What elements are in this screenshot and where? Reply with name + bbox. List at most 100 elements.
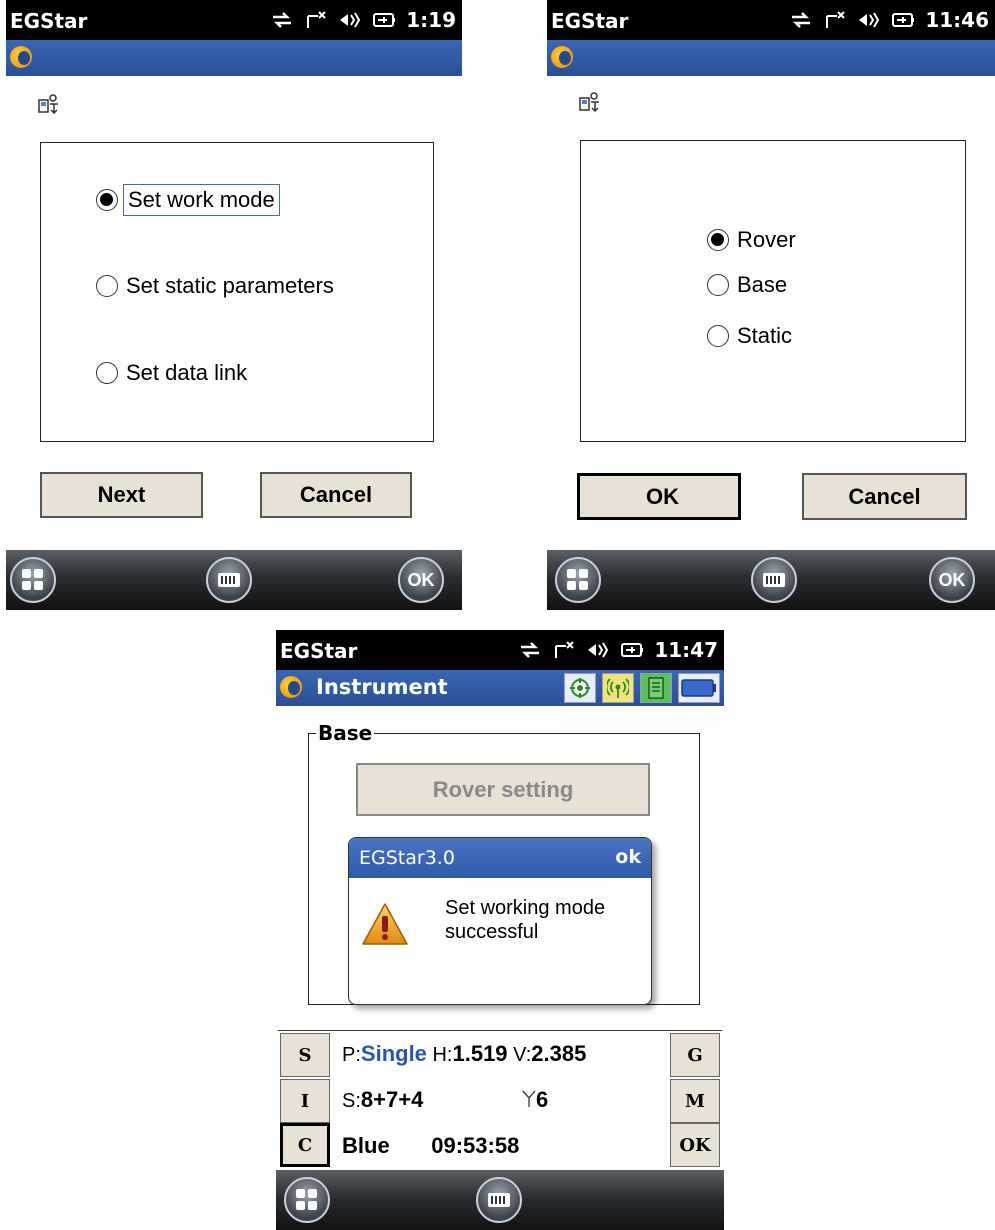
signal-off-icon[interactable] xyxy=(552,638,576,662)
satellite-antenna-icon xyxy=(522,1090,536,1107)
side-button-ok[interactable]: OK xyxy=(670,1123,720,1167)
radio-button[interactable] xyxy=(707,325,729,347)
status-info-panel: S I C G M OK P:Single H:1.519 V:2.385 S:… xyxy=(278,1030,722,1171)
option-label: Set work mode xyxy=(123,184,280,216)
radio-antenna-icon[interactable] xyxy=(602,673,634,703)
signal-off-icon[interactable] xyxy=(823,8,847,32)
keyboard-icon[interactable] xyxy=(751,557,797,603)
app-logo-icon[interactable] xyxy=(280,676,302,698)
side-button-s[interactable]: S xyxy=(280,1033,330,1077)
title-bar xyxy=(547,40,995,76)
radio-set-static-parameters[interactable]: Set static parameters xyxy=(96,273,334,299)
dialog-message-line2: successful xyxy=(445,921,539,943)
radio-button-selected[interactable] xyxy=(707,229,729,251)
page-title: Instrument xyxy=(316,675,448,699)
dialog-message: Set working mode successful xyxy=(445,896,605,944)
side-button-g[interactable]: G xyxy=(670,1033,720,1077)
radio-button[interactable] xyxy=(96,362,118,384)
s-prefix: S: xyxy=(342,1090,361,1112)
app-logo-icon[interactable] xyxy=(10,46,32,68)
status-bar: EGStar 11:47 xyxy=(276,630,724,670)
gps-target-icon[interactable] xyxy=(564,673,596,703)
volume-icon[interactable] xyxy=(857,8,881,32)
v-prefix: V: xyxy=(513,1044,532,1066)
windows-start-icon[interactable] xyxy=(284,1177,330,1223)
sim-card-icon[interactable] xyxy=(640,673,672,703)
status-bar: EGStar 11:46 xyxy=(547,0,995,40)
windows-start-icon[interactable] xyxy=(555,557,601,603)
option-label: Set data link xyxy=(126,360,248,385)
info-row-position: P:Single H:1.519 V:2.385 xyxy=(342,1041,586,1067)
radio-static[interactable]: Static xyxy=(707,323,792,349)
app-name: EGStar xyxy=(280,639,358,663)
wizard-icon xyxy=(38,94,58,115)
signal-off-icon[interactable] xyxy=(304,8,328,32)
taskbar xyxy=(276,1170,724,1230)
taskbar-ok-button[interactable]: OK xyxy=(929,557,975,603)
battery-level-icon[interactable] xyxy=(678,673,720,703)
group-label: Base xyxy=(316,721,375,745)
dialog-title: EGStar3.0 xyxy=(359,847,455,869)
clock[interactable]: 1:19 xyxy=(406,8,456,32)
cancel-button[interactable]: Cancel xyxy=(802,473,967,520)
radio-button[interactable] xyxy=(96,275,118,297)
taskbar: OK xyxy=(547,550,995,610)
clock[interactable]: 11:47 xyxy=(654,638,718,662)
device-name: Blue xyxy=(342,1133,390,1158)
screen-instrument: EGStar 11:47 Instrument Base Rover setti… xyxy=(276,630,724,1230)
volume-icon[interactable] xyxy=(586,638,610,662)
option-label: Base xyxy=(737,272,788,297)
p-prefix: P: xyxy=(342,1044,361,1066)
v-value: 2.385 xyxy=(531,1041,587,1066)
info-row-satellites: S:8+7+4 xyxy=(342,1087,423,1113)
dialog-ok-button[interactable]: ok xyxy=(615,846,641,868)
radio-button-selected[interactable] xyxy=(96,189,118,211)
app-logo-icon[interactable] xyxy=(551,46,573,68)
sync-icon[interactable] xyxy=(789,8,813,32)
wizard-icon xyxy=(579,92,599,113)
warning-icon xyxy=(362,903,408,945)
option-label: Rover xyxy=(737,227,796,252)
radio-set-work-mode[interactable]: Set work mode xyxy=(96,184,280,216)
solution-status: Single xyxy=(360,1041,427,1066)
sync-icon[interactable] xyxy=(270,8,294,32)
keyboard-icon[interactable] xyxy=(206,557,252,603)
option-label: Static xyxy=(737,323,793,348)
next-button[interactable]: Next xyxy=(40,472,203,518)
side-button-c[interactable]: C xyxy=(280,1123,330,1167)
info-sat-count: 6 xyxy=(522,1087,548,1113)
battery-icon[interactable] xyxy=(372,8,396,32)
radio-rover[interactable]: Rover xyxy=(707,227,796,253)
volume-icon[interactable] xyxy=(338,8,362,32)
clock[interactable]: 11:46 xyxy=(925,8,989,32)
side-button-i[interactable]: I xyxy=(280,1079,330,1123)
screen-work-mode-menu: EGStar 1:19 Set work mode Set static par… xyxy=(6,0,462,610)
satellite-count: 6 xyxy=(536,1087,549,1112)
ok-button[interactable]: OK xyxy=(577,473,741,520)
battery-icon[interactable] xyxy=(620,638,644,662)
dialog-message-line1: Set working mode xyxy=(445,897,606,919)
h-value: 1.519 xyxy=(452,1041,508,1066)
app-name: EGStar xyxy=(551,9,629,33)
screen-work-mode-select: EGStar 11:46 Rover Base Static OK Cancel… xyxy=(547,0,995,610)
rover-setting-button[interactable]: Rover setting xyxy=(356,763,650,816)
taskbar-ok-button[interactable]: OK xyxy=(398,557,444,603)
radio-button[interactable] xyxy=(707,274,729,296)
app-name: EGStar xyxy=(10,9,88,33)
sync-icon[interactable] xyxy=(518,638,542,662)
windows-start-icon[interactable] xyxy=(10,557,56,603)
radio-set-data-link[interactable]: Set data link xyxy=(96,360,247,386)
gps-time: 09:53:58 xyxy=(431,1133,520,1158)
h-prefix: H: xyxy=(432,1044,453,1066)
status-bar: EGStar 1:19 xyxy=(6,0,462,40)
message-dialog: EGStar3.0 ok Set working mode successful xyxy=(348,837,652,1005)
radio-base[interactable]: Base xyxy=(707,272,787,298)
keyboard-icon[interactable] xyxy=(476,1177,522,1223)
title-bar: Instrument xyxy=(276,670,724,706)
side-button-m[interactable]: M xyxy=(670,1079,720,1123)
dialog-title-bar: EGStar3.0 ok xyxy=(349,838,651,878)
cancel-button[interactable]: Cancel xyxy=(260,472,412,518)
battery-icon[interactable] xyxy=(891,8,915,32)
option-label: Set static parameters xyxy=(126,273,334,298)
title-bar xyxy=(6,40,462,76)
